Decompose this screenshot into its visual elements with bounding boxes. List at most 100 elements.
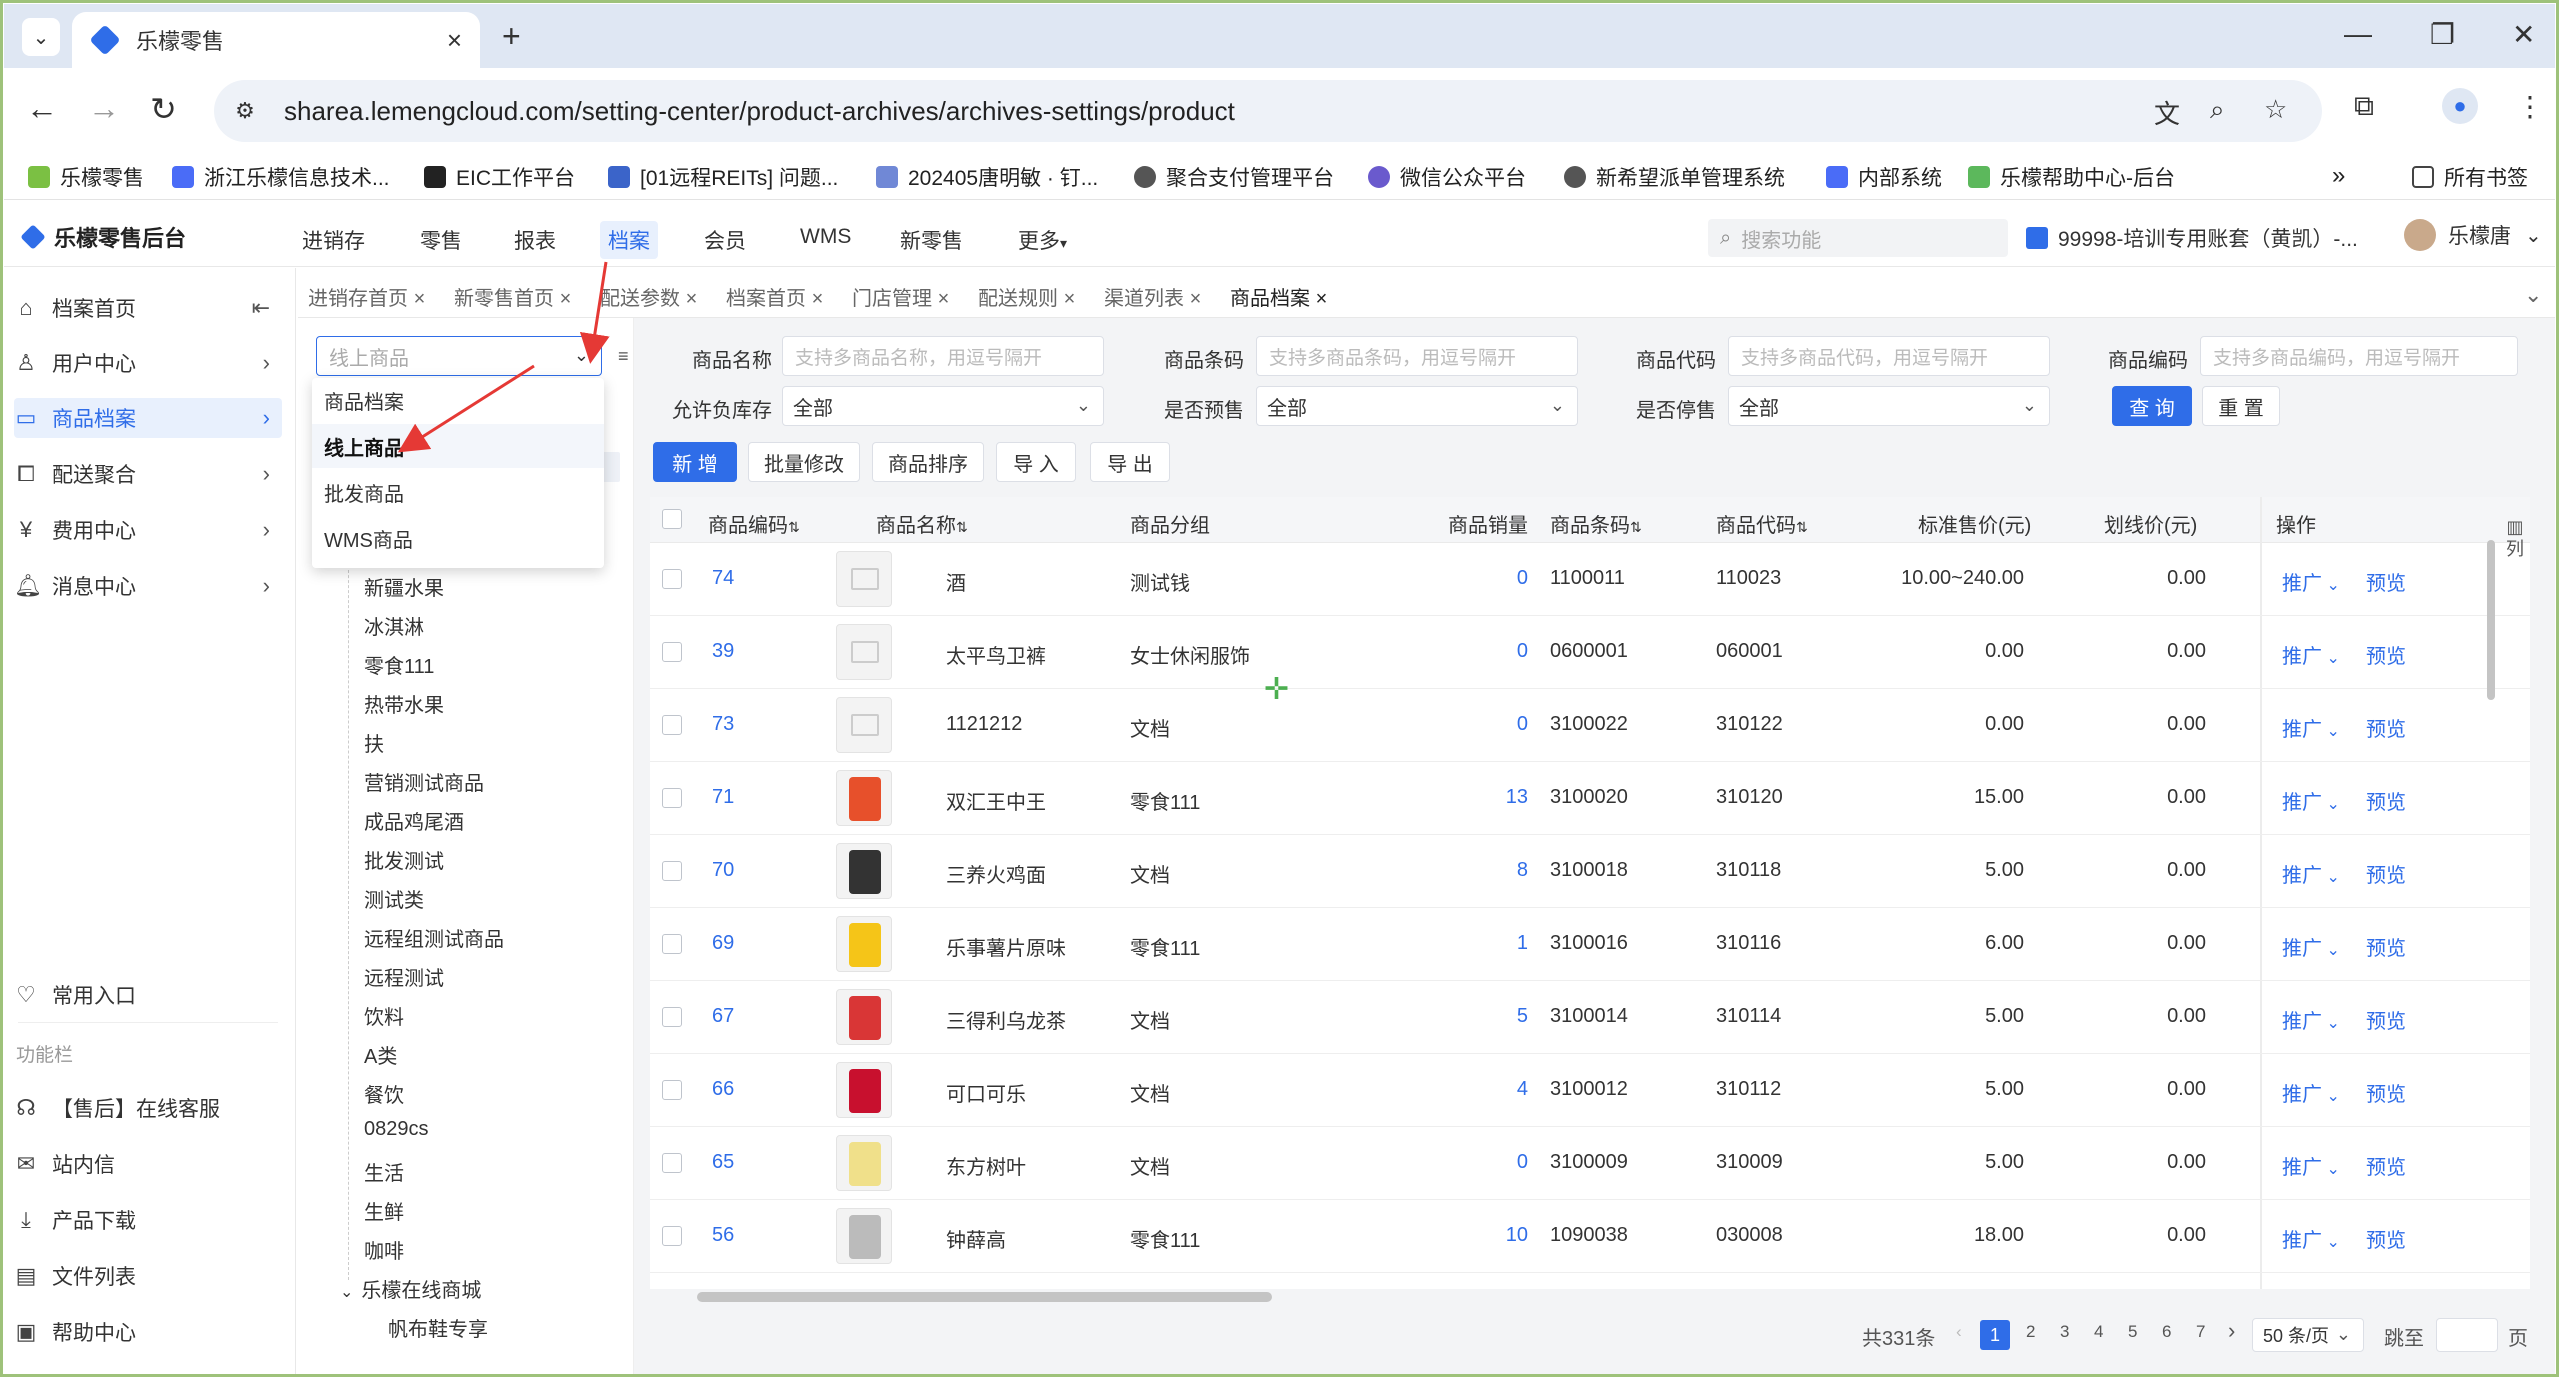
tree-item[interactable]: 远程测试 bbox=[364, 962, 444, 991]
product-sales[interactable]: 10 bbox=[1506, 1224, 1528, 1247]
th-name[interactable]: 商品名称⇅ bbox=[876, 509, 968, 538]
th-code[interactable]: 商品编码⇅ bbox=[708, 509, 800, 538]
batch-edit-button[interactable]: 批量修改 bbox=[748, 442, 860, 482]
product-sales[interactable]: 13 bbox=[1506, 786, 1528, 809]
preview-link[interactable]: 预览 bbox=[2366, 786, 2406, 815]
negative-stock-select[interactable]: 全部 ⌄ bbox=[782, 386, 1104, 426]
bookmark-item[interactable]: 乐檬零售 bbox=[28, 162, 144, 192]
tree-item[interactable]: 生鲜 bbox=[364, 1196, 404, 1225]
bookmark-item[interactable]: 浙江乐檬信息技术... bbox=[172, 162, 390, 192]
sidebar-item-user[interactable]: ♙ 用户中心 › bbox=[14, 343, 282, 383]
product-code-link[interactable]: 65 bbox=[712, 1151, 734, 1174]
product-code-link[interactable]: 73 bbox=[712, 713, 734, 736]
page-tab[interactable]: 新零售首页 × bbox=[454, 282, 571, 311]
tree-item[interactable]: 饮料 bbox=[364, 1001, 404, 1030]
preview-link[interactable]: 预览 bbox=[2366, 859, 2406, 888]
sort-icon[interactable]: ⇅ bbox=[788, 519, 800, 535]
close-icon[interactable]: × bbox=[1316, 288, 1328, 310]
vertical-scrollbar[interactable] bbox=[2487, 540, 2495, 700]
reload-icon[interactable]: ↻ bbox=[150, 90, 177, 128]
window-close-icon[interactable]: ✕ bbox=[2512, 18, 2535, 51]
preview-link[interactable]: 预览 bbox=[2366, 932, 2406, 961]
tree-item[interactable]: 帆布鞋专享 bbox=[388, 1313, 488, 1342]
tree-toggle-icon[interactable]: ≡ bbox=[618, 346, 629, 367]
product-sales[interactable]: 5 bbox=[1517, 1005, 1528, 1028]
code-input[interactable]: 支持多商品代码，用逗号隔开 bbox=[1728, 336, 2050, 376]
browser-tab[interactable]: 乐檬零售 × bbox=[72, 12, 480, 68]
product-code-link[interactable]: 69 bbox=[712, 932, 734, 955]
row-checkbox[interactable] bbox=[662, 861, 682, 881]
presale-select[interactable]: 全部 ⌄ bbox=[1256, 386, 1578, 426]
preview-link[interactable]: 预览 bbox=[2366, 640, 2406, 669]
page-4[interactable]: 4 bbox=[2094, 1322, 2103, 1342]
dropdown-option-selected[interactable]: 线上商品 bbox=[312, 424, 604, 468]
promote-menu[interactable]: 推广 ⌄ bbox=[2282, 1224, 2340, 1253]
th-barcode[interactable]: 商品条码⇅ bbox=[1550, 509, 1642, 538]
bookmark-item[interactable]: 乐檬帮助中心-后台 bbox=[1968, 162, 2175, 192]
bookmark-item[interactable]: 聚合支付管理平台 bbox=[1134, 162, 1334, 192]
close-icon[interactable]: × bbox=[1190, 288, 1202, 310]
product-sales[interactable]: 0 bbox=[1517, 1151, 1528, 1174]
back-icon[interactable]: ← bbox=[26, 90, 58, 127]
sort-icon[interactable]: ⇅ bbox=[956, 519, 968, 535]
profile-icon[interactable]: ● bbox=[2442, 88, 2478, 124]
add-button[interactable]: 新 增 bbox=[653, 442, 737, 482]
sidebar-item-message[interactable]: 🔔︎ 消息中心 › bbox=[14, 566, 282, 606]
close-icon[interactable]: × bbox=[938, 288, 950, 310]
product-sales[interactable]: 0 bbox=[1517, 567, 1528, 590]
tree-item[interactable]: 远程组测试商品 bbox=[364, 923, 504, 952]
row-checkbox[interactable] bbox=[662, 1226, 682, 1246]
sidebar-tool-inbox[interactable]: ✉ 站内信 bbox=[14, 1144, 282, 1184]
nav-lingshou[interactable]: 零售 bbox=[420, 225, 462, 255]
number-input[interactable]: 支持多商品编码，用逗号隔开 bbox=[2200, 336, 2518, 376]
tree-item[interactable]: 测试类 bbox=[364, 884, 424, 913]
page-tab[interactable]: 配送参数 × bbox=[600, 282, 697, 311]
extensions-icon[interactable]: ⧉ bbox=[2354, 90, 2374, 123]
sidebar-item-home[interactable]: ⌂ 档案首页 ⇤ bbox=[14, 288, 282, 328]
promote-menu[interactable]: 推广 ⌄ bbox=[2282, 567, 2340, 596]
tree-item[interactable]: 扶 bbox=[364, 728, 384, 757]
horizontal-scrollbar[interactable] bbox=[697, 1292, 1272, 1302]
prev-page-icon[interactable]: ‹ bbox=[1956, 1322, 1962, 1342]
promote-menu[interactable]: 推广 ⌄ bbox=[2282, 1078, 2340, 1107]
tree-item[interactable]: 新疆水果 bbox=[364, 572, 444, 601]
query-button[interactable]: 查 询 bbox=[2112, 386, 2192, 426]
nav-more[interactable]: 更多▾ bbox=[1018, 225, 1067, 255]
nav-baobiao[interactable]: 报表 bbox=[514, 225, 556, 255]
tree-item[interactable]: 零食111 bbox=[364, 650, 434, 679]
bookmark-item[interactable]: 内部系统 bbox=[1826, 162, 1942, 192]
tree-item[interactable]: 餐饮 bbox=[364, 1079, 404, 1108]
bookmark-item[interactable]: EIC工作平台 bbox=[424, 162, 575, 192]
promote-menu[interactable]: 推广 ⌄ bbox=[2282, 932, 2340, 961]
row-checkbox[interactable] bbox=[662, 1153, 682, 1173]
promote-menu[interactable]: 推广 ⌄ bbox=[2282, 786, 2340, 815]
product-code-link[interactable]: 66 bbox=[712, 1078, 734, 1101]
th-product-code[interactable]: 商品代码⇅ bbox=[1716, 509, 1808, 538]
forward-icon[interactable]: → bbox=[88, 90, 120, 127]
promote-menu[interactable]: 推广 ⌄ bbox=[2282, 859, 2340, 888]
address-bar[interactable]: ⚙ sharea.lemengcloud.com/setting-center/… bbox=[214, 80, 2322, 142]
page-tab[interactable]: 进销存首页 × bbox=[308, 282, 425, 311]
close-icon[interactable]: × bbox=[812, 288, 824, 310]
product-sales[interactable]: 0 bbox=[1517, 713, 1528, 736]
sidebar-tool-help[interactable]: ▣ 帮助中心 bbox=[14, 1312, 282, 1352]
dropdown-option[interactable]: WMS商品 bbox=[312, 516, 604, 560]
page-tab[interactable]: 渠道列表 × bbox=[1104, 282, 1201, 311]
promote-menu[interactable]: 推广 ⌄ bbox=[2282, 1151, 2340, 1180]
stop-sale-select[interactable]: 全部 ⌄ bbox=[1728, 386, 2050, 426]
nav-xinlingshou[interactable]: 新零售 bbox=[900, 225, 963, 255]
bookmark-item[interactable]: 新希望派单管理系统 bbox=[1564, 162, 1785, 192]
zoom-icon[interactable]: ⌕ bbox=[2210, 94, 2225, 126]
tree-item[interactable]: 营销测试商品 bbox=[364, 767, 484, 796]
product-code-link[interactable]: 70 bbox=[712, 859, 734, 882]
row-checkbox[interactable] bbox=[662, 1080, 682, 1100]
tree-item[interactable]: 0829cs bbox=[364, 1118, 429, 1141]
tree-item[interactable]: A类 bbox=[364, 1040, 397, 1069]
row-checkbox[interactable] bbox=[662, 934, 682, 954]
page-1[interactable]: 1 bbox=[1980, 1320, 2010, 1350]
restore-icon[interactable]: ❐ bbox=[2430, 18, 2455, 51]
product-sales[interactable]: 0 bbox=[1517, 640, 1528, 663]
sidebar-common-entry[interactable]: ♡ 常用入口 bbox=[14, 975, 282, 1015]
preview-link[interactable]: 预览 bbox=[2366, 713, 2406, 742]
page-6[interactable]: 6 bbox=[2162, 1322, 2171, 1342]
